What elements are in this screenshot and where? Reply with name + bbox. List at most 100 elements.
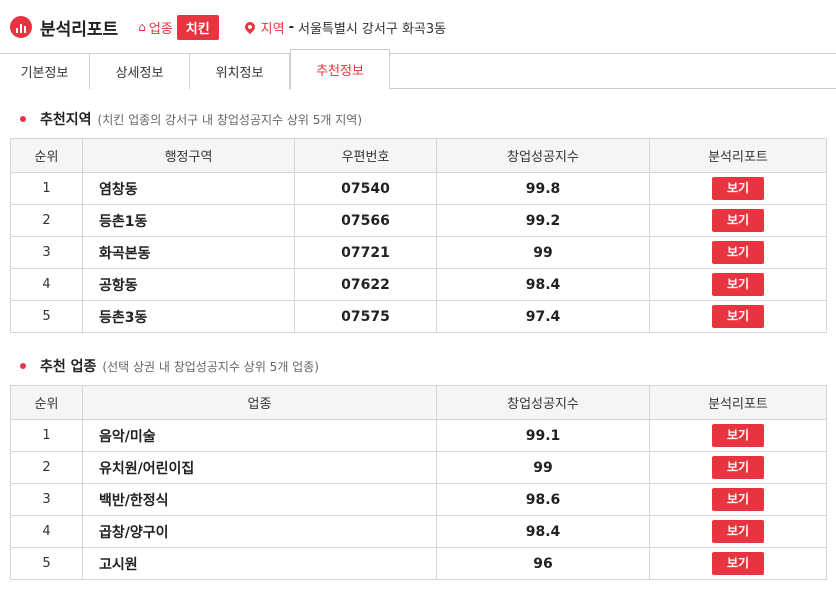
tab-location-info[interactable]: 위치정보	[190, 54, 290, 89]
table-row: 5 고시원 96 보기	[10, 547, 827, 580]
rank-cell: 5	[10, 300, 83, 333]
score-cell: 99.1	[436, 419, 650, 452]
section-title: 추천 업종	[40, 359, 97, 375]
page-title: 분석리포트	[40, 19, 119, 40]
rank-cell: 3	[10, 236, 83, 269]
section-title: 추천지역	[40, 112, 92, 128]
view-report-button[interactable]: 보기	[712, 456, 764, 479]
table-header-row: 순위 업종 창업성공지수 분석리포트	[10, 385, 827, 420]
industry-cell: 백반/한정식	[82, 483, 437, 516]
district-cell: 염창동	[82, 172, 295, 205]
score-cell: 98.4	[436, 268, 650, 301]
section-subtitle: (치킨 업종의 강서구 내 창업성공지수 상위 5개 지역)	[97, 112, 363, 127]
view-report-button[interactable]: 보기	[712, 488, 764, 511]
section-heading: 추천 업종 (선택 상권 내 창업성공지수 상위 5개 업종)	[10, 354, 826, 378]
table-header-row: 순위 행정구역 우편번호 창업성공지수 분석리포트	[10, 138, 827, 173]
regions-table: 순위 행정구역 우편번호 창업성공지수 분석리포트 1 염창동 07540 99…	[10, 138, 827, 333]
column-header: 분석리포트	[649, 385, 827, 420]
view-report-button[interactable]: 보기	[712, 305, 764, 328]
view-report-button[interactable]: 보기	[712, 424, 764, 447]
table-row: 3 백반/한정식 98.6 보기	[10, 483, 827, 516]
report-cell: 보기	[649, 451, 827, 484]
view-report-button[interactable]: 보기	[712, 552, 764, 575]
postal-code-cell: 07566	[294, 204, 437, 237]
postal-code-cell: 07540	[294, 172, 437, 205]
table-row: 2 유치원/어린이집 99 보기	[10, 451, 827, 484]
score-cell: 97.4	[436, 300, 650, 333]
bullet-dot	[20, 363, 26, 369]
table-row: 4 공항동 07622 98.4 보기	[10, 268, 827, 301]
report-cell: 보기	[649, 268, 827, 301]
table-row: 4 곱창/양구이 98.4 보기	[10, 515, 827, 548]
view-report-button[interactable]: 보기	[712, 520, 764, 543]
industry-badge: 치킨	[176, 14, 219, 40]
rank-cell: 3	[10, 483, 83, 516]
tab-detail-info[interactable]: 상세정보	[90, 54, 190, 89]
table-row: 5 등촌3동 07575 97.4 보기	[10, 300, 827, 333]
view-report-button[interactable]: 보기	[712, 241, 764, 264]
industry-info: ⌂ 업종 치킨 지역 - 서울특별시 강서구 화곡3동	[138, 14, 447, 40]
tab-recommendation-info[interactable]: 추천정보	[290, 49, 390, 90]
column-header: 우편번호	[294, 138, 437, 173]
rank-cell: 2	[10, 204, 83, 237]
rank-cell: 4	[10, 515, 83, 548]
district-cell: 공항동	[82, 268, 295, 301]
column-header: 분석리포트	[649, 138, 827, 173]
report-cell: 보기	[649, 300, 827, 333]
section-heading: 추천지역 (치킨 업종의 강서구 내 창업성공지수 상위 5개 지역)	[10, 107, 826, 131]
industry-cell: 고시원	[82, 547, 437, 580]
report-cell: 보기	[649, 547, 827, 580]
industry-cell: 음악/미술	[82, 419, 437, 452]
score-cell: 98.6	[436, 483, 650, 516]
bullet-dot	[20, 116, 26, 122]
district-cell: 화곡본동	[82, 236, 295, 269]
region-label: 지역	[260, 21, 285, 37]
score-cell: 99.8	[436, 172, 650, 205]
recommended-regions-section: 추천지역 (치킨 업종의 강서구 내 창업성공지수 상위 5개 지역) 순위 행…	[10, 107, 827, 333]
report-cell: 보기	[649, 515, 827, 548]
score-cell: 99.2	[436, 204, 650, 237]
table-row: 2 등촌1동 07566 99.2 보기	[10, 204, 827, 237]
report-cell: 보기	[649, 236, 827, 269]
view-report-button[interactable]: 보기	[712, 209, 764, 232]
district-cell: 등촌1동	[82, 204, 295, 237]
report-cell: 보기	[649, 172, 827, 205]
district-cell: 등촌3동	[82, 300, 295, 333]
rank-cell: 1	[10, 419, 83, 452]
industry-cell: 곱창/양구이	[82, 515, 437, 548]
column-header: 업종	[82, 385, 437, 420]
column-header: 행정구역	[82, 138, 295, 173]
table-row: 1 염창동 07540 99.8 보기	[10, 172, 827, 205]
tab-bar: 기본정보 상세정보 위치정보 추천정보	[0, 49, 836, 90]
report-cell: 보기	[649, 419, 827, 452]
report-cell: 보기	[649, 483, 827, 516]
rank-cell: 5	[10, 547, 83, 580]
industries-table: 순위 업종 창업성공지수 분석리포트 1 음악/미술 99.1 보기 2 유치원…	[10, 385, 827, 580]
rank-cell: 1	[10, 172, 83, 205]
region-separator: -	[288, 19, 294, 35]
industry-label: 업종	[148, 21, 173, 37]
column-header: 창업성공지수	[436, 138, 650, 173]
column-header: 순위	[10, 385, 83, 420]
table-row: 1 음악/미술 99.1 보기	[10, 419, 827, 452]
section-subtitle: (선택 상권 내 창업성공지수 상위 5개 업종)	[102, 359, 319, 374]
location-pin-icon	[242, 19, 257, 35]
rank-cell: 2	[10, 451, 83, 484]
recommended-industries-section: 추천 업종 (선택 상권 내 창업성공지수 상위 5개 업종) 순위 업종 창업…	[10, 354, 827, 580]
rank-cell: 4	[10, 268, 83, 301]
postal-code-cell: 07622	[294, 268, 437, 301]
table-row: 3 화곡본동 07721 99 보기	[10, 236, 827, 269]
score-cell: 99	[436, 236, 650, 269]
postal-code-cell: 07721	[294, 236, 437, 269]
bar-chart-icon	[10, 16, 32, 38]
region-value: 서울특별시 강서구 화곡3동	[298, 21, 447, 37]
view-report-button[interactable]: 보기	[712, 177, 764, 200]
industry-cell: 유치원/어린이집	[82, 451, 437, 484]
report-cell: 보기	[649, 204, 827, 237]
score-cell: 96	[436, 547, 650, 580]
tab-basic-info[interactable]: 기본정보	[0, 54, 90, 89]
report-header: 분석리포트 ⌂ 업종 치킨 지역 - 서울특별시 강서구 화곡3동	[0, 0, 836, 54]
view-report-button[interactable]: 보기	[712, 273, 764, 296]
postal-code-cell: 07575	[294, 300, 437, 333]
column-header: 창업성공지수	[436, 385, 650, 420]
